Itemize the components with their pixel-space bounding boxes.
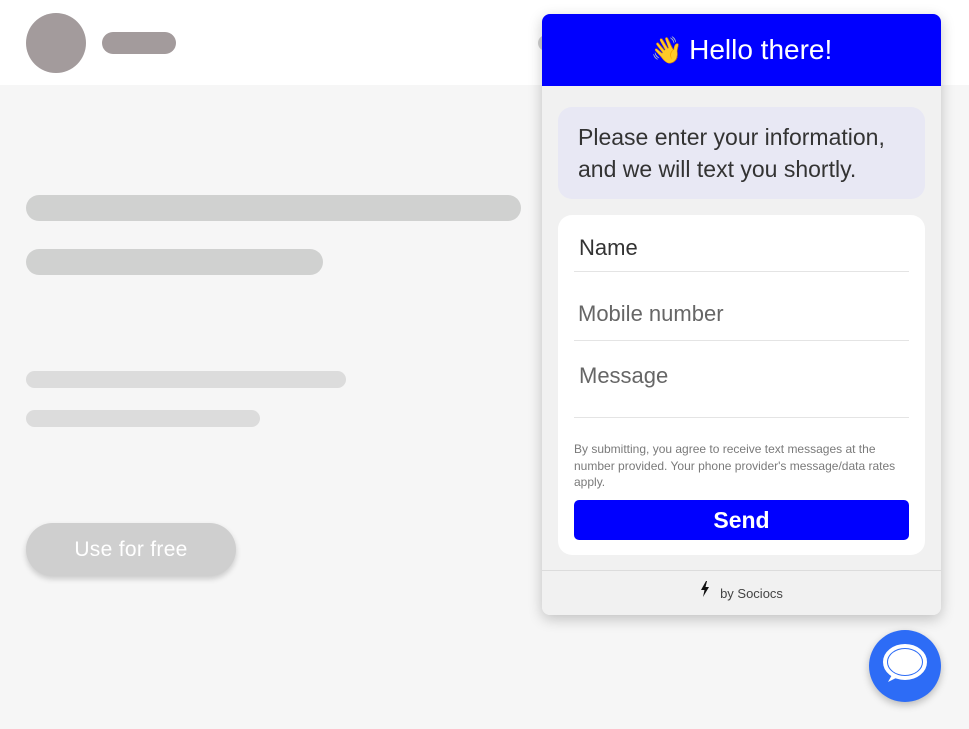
widget-footer: by Sociocs <box>542 570 941 615</box>
chat-bubble-icon <box>881 642 929 691</box>
chat-widget: 👋 Hello there! Please enter your informa… <box>542 14 941 615</box>
lightning-bolt-icon <box>700 580 710 600</box>
text-line-placeholder <box>26 371 346 388</box>
chat-launcher-button[interactable] <box>869 630 941 702</box>
widget-header: 👋 Hello there! <box>542 14 941 86</box>
message-field[interactable]: Message <box>574 363 909 418</box>
consent-disclaimer: By submitting, you agree to receive text… <box>574 442 896 489</box>
intro-line: Please enter your information, <box>578 124 885 150</box>
intro-line: and we will text you shortly. <box>578 156 857 182</box>
contact-form: Name Mobile number Message By submitting… <box>558 215 925 555</box>
brand-name-placeholder <box>102 32 176 54</box>
text-line-placeholder <box>26 410 260 427</box>
widget-title: Hello there! <box>689 34 833 65</box>
name-field[interactable]: Name <box>574 235 909 272</box>
subheadline-placeholder <box>26 249 323 275</box>
mobile-number-field[interactable]: Mobile number <box>574 301 909 341</box>
powered-by-link[interactable]: by Sociocs <box>720 586 783 601</box>
send-button[interactable]: Send <box>574 500 909 540</box>
waving-hand-icon: 👋 <box>650 34 684 65</box>
headline-placeholder <box>26 195 521 221</box>
use-for-free-button[interactable]: Use for free <box>26 523 236 576</box>
intro-message: Please enter your information, and we wi… <box>558 107 925 199</box>
logo-placeholder <box>26 13 86 73</box>
